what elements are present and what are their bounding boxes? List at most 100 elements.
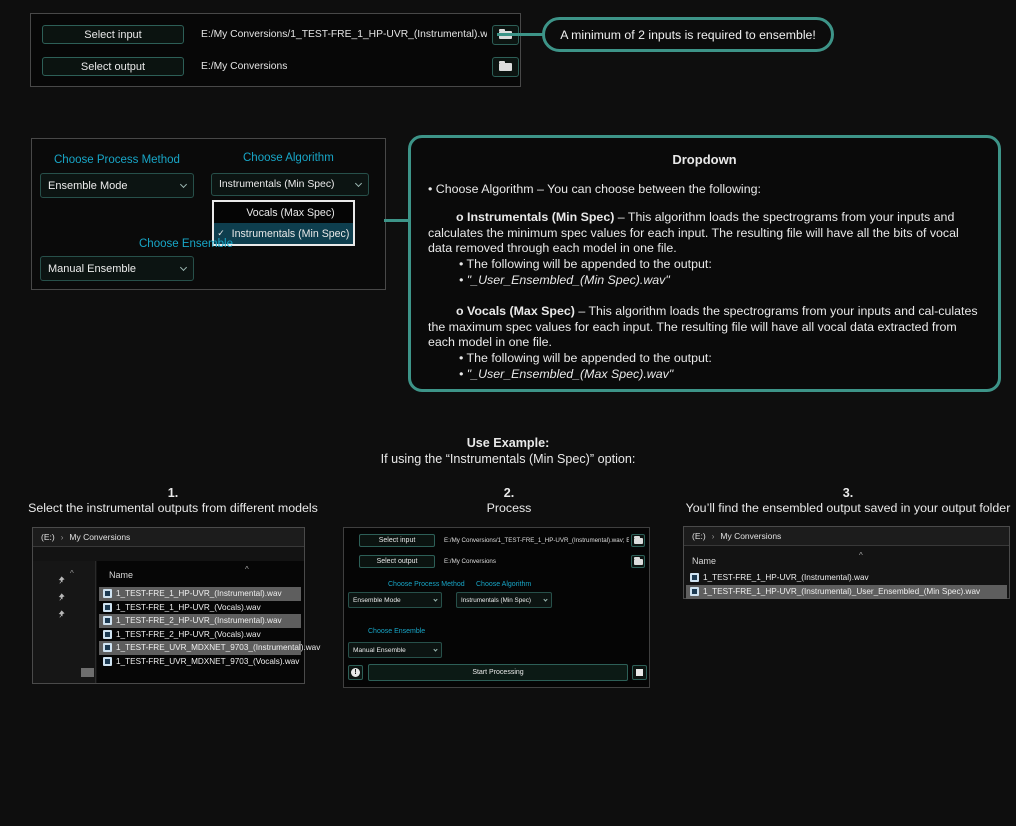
start-processing-button[interactable]: Start Processing (368, 664, 628, 681)
chevron-down-icon (180, 180, 187, 187)
chevron-right-icon: › (712, 532, 715, 541)
caret-up-icon[interactable]: ^ (70, 569, 74, 578)
min-spec-bullet-1: • The following will be appended to the … (428, 257, 981, 273)
ensemble-value: Manual Ensemble (48, 263, 136, 275)
select-output-button[interactable]: Select output (42, 57, 184, 76)
audio-file-icon (690, 587, 699, 596)
algorithm-label: Choose Algorithm (243, 152, 334, 164)
name-column-header[interactable]: Name (109, 570, 133, 580)
scrollbar-thumb[interactable] (81, 668, 94, 677)
option-instrumentals-min-spec[interactable]: ✓ Instrumentals (Min Spec) (214, 223, 353, 244)
breadcrumb-folder[interactable]: My Conversions (720, 531, 781, 541)
page: Select input E:/My Conversions/1_TEST-FR… (0, 0, 1016, 826)
algorithm-dropdown[interactable]: Instrumentals (Min Spec) (456, 592, 552, 608)
min-spec-paragraph: o Instrumentals (Min Spec) – This algori… (428, 210, 981, 257)
ensemble-requirement-callout: A minimum of 2 inputs is required to ens… (542, 17, 834, 52)
stop-button[interactable] (632, 665, 647, 680)
explorer-sidebar: ^ (33, 561, 96, 683)
chevron-down-icon (433, 597, 437, 601)
max-spec-bullet-2: • "_User_Ensembled_(Max Spec).wav" (428, 367, 981, 383)
pin-icon[interactable] (57, 605, 65, 623)
browse-input-button[interactable] (631, 534, 645, 547)
step-number: 1. (8, 486, 338, 500)
pin-icon[interactable] (57, 588, 65, 606)
min-spec-lead: o Instrumentals (Min Spec) (456, 210, 614, 224)
input-output-panel: Select input E:/My Conversions/1_TEST-FR… (30, 13, 521, 87)
algorithm-dropdown[interactable]: Instrumentals (Min Spec) (211, 173, 369, 196)
options-panel: Choose Process Method Ensemble Mode Choo… (31, 138, 386, 290)
audio-file-icon (103, 616, 112, 625)
audio-file-icon (103, 603, 112, 612)
breadcrumb-drive[interactable]: (E:) (692, 531, 706, 541)
name-column-header[interactable]: Name (692, 556, 716, 566)
file-row[interactable]: 1_TEST-FRE_2_HP-UVR_(Vocals).wav (99, 628, 301, 642)
process-method-dropdown[interactable]: Ensemble Mode (40, 173, 194, 198)
folder-icon (634, 559, 643, 565)
browse-output-button[interactable] (631, 555, 645, 568)
ensemble-dropdown[interactable]: Manual Ensemble (40, 256, 194, 281)
chevron-down-icon (355, 179, 362, 186)
sort-caret-icon[interactable]: ^ (859, 551, 863, 560)
file-row[interactable]: 1_TEST-FRE_1_HP-UVR_(Vocals).wav (99, 601, 301, 615)
algorithm-value: Instrumentals (Min Spec) (219, 179, 335, 190)
info-box-intro: • Choose Algorithm – You can choose betw… (428, 182, 981, 198)
chevron-down-icon (180, 263, 187, 270)
step-3-header: 3. You’ll find the ensembled output save… (680, 486, 1016, 515)
breadcrumb[interactable]: (E:) › My Conversions (684, 527, 1009, 546)
breadcrumb[interactable]: (E:) › My Conversions (33, 528, 304, 547)
file-row[interactable]: 1_TEST-FRE_1_HP-UVR_(Instrumental).wav (686, 571, 1007, 585)
explorer-screenshot-inputs: (E:) › My Conversions ^ Name ^ 1_TEST-FR… (32, 527, 305, 684)
process-method-value: Ensemble Mode (48, 180, 128, 192)
pin-icon[interactable] (57, 571, 65, 589)
explorer-body: ^ Name ^ 1_TEST-FRE_1_HP-UVR_(Instrument… (33, 561, 304, 683)
browse-output-button[interactable] (492, 57, 519, 77)
ensemble-dropdown[interactable]: Manual Ensemble (348, 642, 442, 658)
use-example-subtitle: If using the “Instrumentals (Min Spec)” … (0, 452, 1016, 466)
option-vocals-max-spec[interactable]: Vocals (Max Spec) (214, 202, 353, 223)
explorer-screenshot-output: (E:) › My Conversions Name ^ 1_TEST-FRE_… (683, 526, 1010, 599)
dropdown-info-box: Dropdown • Choose Algorithm – You can ch… (408, 135, 1001, 392)
sort-caret-icon[interactable]: ^ (245, 565, 249, 574)
callout-connector-line (497, 33, 543, 36)
step-2-header: 2. Process (344, 486, 674, 515)
input-path-value[interactable]: E:/My Conversions/1_TEST-FRE_1_HP-UVR_(I… (201, 25, 487, 44)
info-icon: ! (351, 668, 360, 677)
max-spec-bullet-1: • The following will be appended to the … (428, 351, 981, 367)
step-caption: Select the instrumental outputs from dif… (8, 501, 338, 515)
file-row[interactable]: 1_TEST-FRE_1_HP-UVR_(Instrumental)_User_… (686, 585, 1007, 599)
file-row[interactable]: 1_TEST-FRE_UVR_MDXNET_9703_(Vocals).wav (99, 655, 301, 669)
chevron-down-icon (543, 597, 547, 601)
chevron-right-icon: › (61, 533, 64, 542)
use-example-title: Use Example: (0, 436, 1016, 450)
step-1-header: 1. Select the instrumental outputs from … (8, 486, 338, 515)
select-output-button[interactable]: Select output (359, 555, 435, 568)
audio-file-icon (690, 573, 699, 582)
ensemble-label: Choose Ensemble (368, 628, 425, 635)
info-box-title: Dropdown (428, 152, 981, 167)
audio-file-icon (103, 657, 112, 666)
breadcrumb-drive[interactable]: (E:) (41, 532, 55, 542)
file-row[interactable]: 1_TEST-FRE_2_HP-UVR_(Instrumental).wav (99, 614, 301, 628)
output-path-value[interactable]: E:/My Conversions (444, 555, 629, 568)
file-row[interactable]: 1_TEST-FRE_1_HP-UVR_(Instrumental).wav (99, 587, 301, 601)
max-spec-lead: o Vocals (Max Spec) (456, 304, 575, 318)
step-caption: You’ll find the ensembled output saved i… (680, 501, 1016, 515)
select-input-button[interactable]: Select input (359, 534, 435, 547)
file-row[interactable]: 1_TEST-FRE_UVR_MDXNET_9703_(Instrumental… (99, 641, 301, 655)
process-method-label: Choose Process Method (388, 581, 465, 588)
step-caption: Process (344, 501, 674, 515)
folder-icon (499, 63, 512, 71)
info-button[interactable]: ! (348, 665, 363, 680)
input-path-value[interactable]: E:/My Conversions/1_TEST-FRE_1_HP-UVR_(I… (444, 534, 629, 547)
process-method-dropdown[interactable]: Ensemble Mode (348, 592, 442, 608)
folder-icon (634, 538, 643, 544)
select-input-button[interactable]: Select input (42, 25, 184, 44)
algorithm-label: Choose Algorithm (476, 581, 531, 588)
uvr-app-screenshot: Select input E:/My Conversions/1_TEST-FR… (343, 527, 650, 688)
explorer-file-list: Name ^ 1_TEST-FRE_1_HP-UVR_(Instrumental… (97, 561, 304, 683)
process-method-label: Choose Process Method (54, 154, 180, 166)
step-number: 2. (344, 486, 674, 500)
output-path-value[interactable]: E:/My Conversions (201, 57, 487, 76)
breadcrumb-folder[interactable]: My Conversions (69, 532, 130, 542)
infobox-connector-line (384, 219, 409, 222)
